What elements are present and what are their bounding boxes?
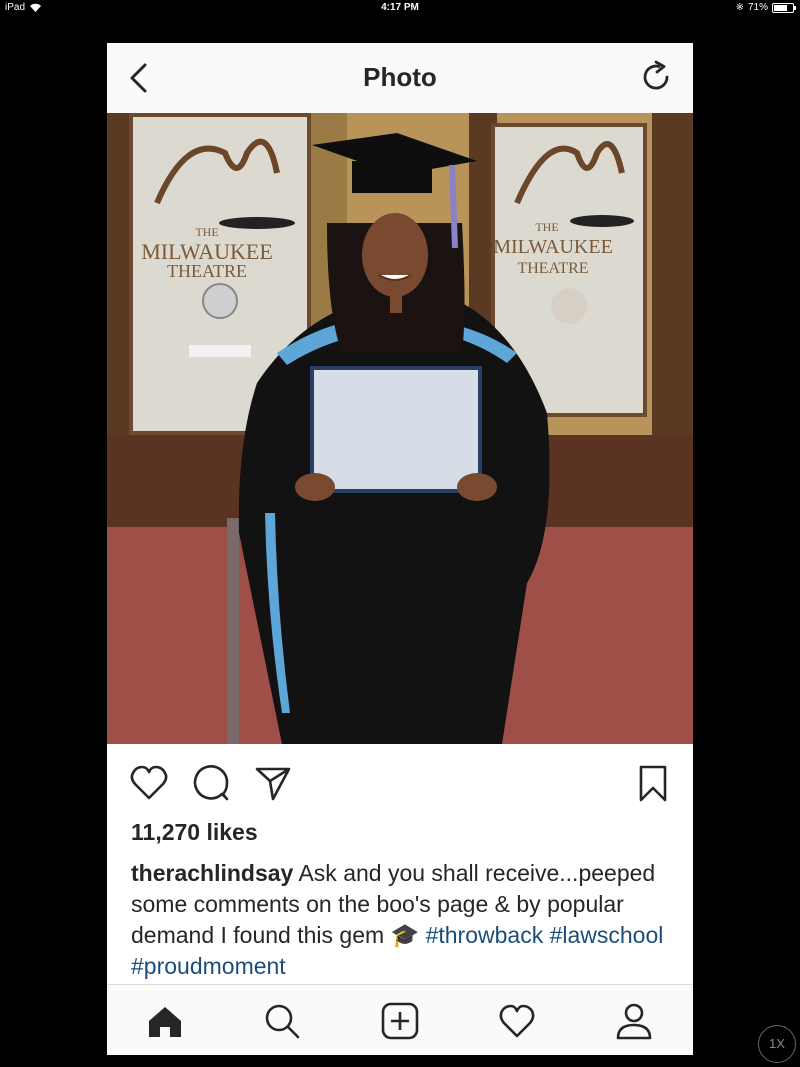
activity-heart-icon[interactable] [497, 1001, 537, 1041]
battery-level [774, 4, 787, 11]
post-caption: therachlindsay Ask and you shall receive… [131, 858, 676, 982]
home-icon[interactable] [145, 1001, 185, 1041]
page-title: Photo [363, 62, 437, 92]
sign-right-line2: MILWAUKEE [493, 236, 613, 258]
sign-right-line1: THE [535, 220, 558, 234]
sign-right-line3: THEATRE [517, 260, 588, 277]
search-icon[interactable] [262, 1001, 302, 1041]
profile-icon[interactable] [614, 1001, 654, 1041]
zoom-button[interactable]: 1X [758, 1025, 796, 1063]
refresh-icon[interactable] [641, 59, 673, 95]
send-icon[interactable] [251, 761, 295, 805]
caption-username[interactable]: therachlindsay [131, 860, 293, 886]
battery-percent: 71% [747, 2, 768, 13]
bookmark-icon[interactable] [631, 761, 675, 805]
status-time: 4:17 PM [381, 2, 419, 13]
sign-left-line3: THEATRE [167, 261, 247, 281]
status-bar: iPad 4:17 PM ※ 71% [0, 0, 800, 16]
app-window: Photo THE MILWAUKEE THEATRE THE MILWAUKE… [107, 43, 693, 1055]
bluetooth-icon: ※ [735, 2, 744, 13]
heart-icon[interactable] [127, 761, 171, 805]
bottom-tab-bar [107, 984, 693, 1055]
nav-bar: Photo [107, 43, 693, 114]
post-actions [107, 759, 693, 809]
comment-icon[interactable] [189, 761, 233, 805]
post-photo[interactable]: THE MILWAUKEE THEATRE THE MILWAUKEE THEA… [107, 113, 693, 744]
battery-icon [772, 2, 796, 13]
add-post-icon[interactable] [380, 1001, 420, 1041]
likes-count[interactable]: 11,270 likes [131, 819, 258, 846]
sign-left-line1: THE [195, 225, 218, 239]
